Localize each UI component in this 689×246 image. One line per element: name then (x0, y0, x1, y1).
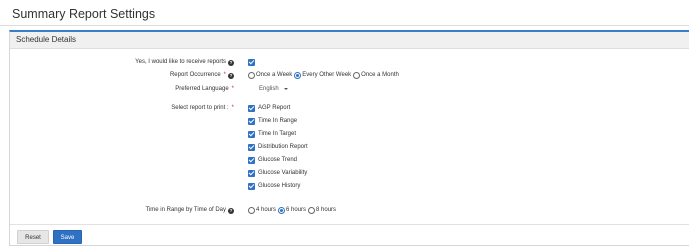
report-item-row: Time In Range (10, 115, 689, 127)
reports-label: Select report to print : (171, 105, 229, 111)
report-item-row: Glucose Variability (10, 167, 689, 179)
panel-title: Schedule Details (16, 35, 77, 44)
checkbox[interactable] (248, 104, 255, 112)
checkbox[interactable] (248, 156, 255, 164)
option-label: 6 hours (286, 207, 307, 213)
report-occurrence-options: Once a Week Every Other Week Once a Mont… (248, 69, 401, 81)
preferred-language-label-wrap: Preferred Language * (175, 83, 234, 95)
save-button[interactable]: Save (53, 230, 82, 244)
time-option-8-hours[interactable]: 8 hours (308, 206, 337, 214)
radio-icon[interactable] (308, 206, 316, 214)
required-marker: * (231, 86, 234, 92)
checkbox-label: Glucose Variability (258, 170, 308, 176)
occurrence-option-once-a-week[interactable]: Once a Week (248, 71, 293, 79)
report-item-glucose-history[interactable]: Glucose History (248, 180, 300, 192)
occurrence-option-every-other-week[interactable]: Every Other Week (294, 71, 352, 79)
radio-selected-icon[interactable] (278, 206, 286, 214)
option-label: Every Other Week (302, 72, 352, 78)
checkbox[interactable] (248, 169, 255, 177)
time-option-6-hours[interactable]: 6 hours (278, 206, 307, 214)
occurrence-option-once-a-month[interactable]: Once a Month (353, 71, 399, 79)
time-option-4-hours[interactable]: 4 hours (248, 206, 277, 214)
time-in-range-row: Time in Range by Time of Day? 4 hours 6 … (10, 204, 689, 216)
option-label: 4 hours (256, 207, 277, 213)
report-occurrence-label-wrap: Report Occurrence *? (170, 69, 234, 81)
checkbox[interactable] (248, 117, 255, 125)
help-icon[interactable]: ? (228, 207, 234, 214)
report-item-row: Distribution Report (10, 141, 689, 153)
preferred-language-control: English (259, 83, 288, 95)
receive-reports-row: Yes, I would like to receive reports? (10, 56, 689, 68)
report-item-row: Glucose Trend (10, 154, 689, 166)
checkbox-label: Distribution Report (258, 144, 308, 150)
report-occurrence-label: Report Occurrence (169, 72, 221, 78)
report-item-agp[interactable]: AGP Report (248, 102, 290, 114)
reset-button[interactable]: Reset (17, 230, 49, 244)
report-item-glucose-trend[interactable]: Glucose Trend (248, 154, 297, 166)
preferred-language-select[interactable]: English (259, 86, 288, 92)
time-in-range-label-wrap: Time in Range by Time of Day? (146, 204, 234, 216)
checkbox-label: Glucose History (258, 183, 301, 189)
receive-reports-checkbox[interactable] (248, 58, 255, 66)
report-item-time-in-target[interactable]: Time In Target (248, 128, 296, 140)
option-label: Once a Month (361, 72, 399, 78)
page-header: Summary Report Settings (0, 0, 689, 26)
panel-heading: Schedule Details (10, 32, 689, 49)
report-item-row: Select report to print : * AGP Report (10, 102, 689, 114)
checkbox-label: AGP Report (258, 105, 291, 111)
checkbox-label: Time In Range (258, 118, 298, 124)
required-marker: * (223, 72, 226, 78)
radio-selected-icon[interactable] (294, 71, 302, 79)
report-item-distribution[interactable]: Distribution Report (248, 141, 308, 153)
preferred-language-row: Preferred Language * English (10, 83, 689, 95)
help-icon[interactable]: ? (228, 72, 234, 79)
report-item-time-in-range[interactable]: Time In Range (248, 115, 297, 127)
help-icon[interactable]: ? (228, 59, 234, 66)
report-item-glucose-variability[interactable]: Glucose Variability (248, 167, 307, 179)
option-label: Once a Week (256, 72, 293, 78)
select-value: English (259, 86, 279, 92)
time-in-range-label: Time in Range by Time of Day (145, 207, 226, 213)
receive-reports-label: Yes, I would like to receive reports (135, 59, 226, 65)
receive-reports-control (248, 56, 255, 68)
radio-icon[interactable] (248, 71, 255, 79)
receive-reports-label-wrap: Yes, I would like to receive reports? (135, 56, 234, 68)
checkbox-label: Time In Target (258, 131, 297, 137)
required-marker: * (231, 105, 234, 111)
form-footer: Reset Save (10, 224, 689, 246)
time-in-range-options: 4 hours 6 hours 8 hours (248, 204, 338, 216)
option-label: 8 hours (316, 207, 337, 213)
checkbox[interactable] (248, 182, 255, 190)
checkbox[interactable] (248, 143, 255, 151)
report-item-row: Time In Target (10, 128, 689, 140)
radio-icon[interactable] (248, 206, 255, 214)
report-item-row: Glucose History (10, 180, 689, 192)
preferred-language-label: Preferred Language (175, 86, 229, 92)
schedule-details-panel: Schedule Details Yes, I would like to re… (9, 30, 689, 246)
checkbox[interactable] (248, 130, 255, 138)
checkbox-label: Glucose Trend (258, 157, 298, 163)
reports-label-wrap: Select report to print : * (171, 102, 234, 114)
radio-icon[interactable] (353, 71, 361, 79)
page-title: Summary Report Settings (12, 7, 156, 21)
chevron-down-icon (283, 88, 288, 90)
report-occurrence-row: Report Occurrence *? Once a Week Every Ot… (10, 69, 689, 81)
